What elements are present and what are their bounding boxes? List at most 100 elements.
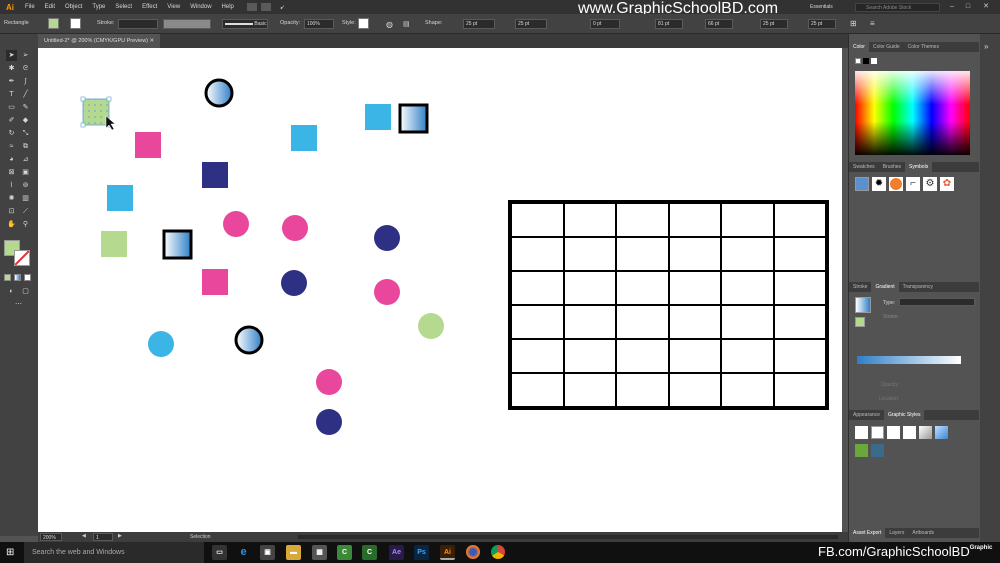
- green-square[interactable]: [101, 231, 127, 257]
- free-transform-icon[interactable]: ⧉: [20, 141, 31, 152]
- close-tab-icon[interactable]: ✕: [150, 38, 155, 44]
- rectangular-grid[interactable]: [508, 200, 829, 410]
- photoshop-icon[interactable]: Ps: [414, 545, 429, 560]
- screen-mode-icon[interactable]: ▢: [20, 286, 31, 297]
- artboard-next-icon[interactable]: ▶: [118, 533, 122, 539]
- symbol-sprayer-icon[interactable]: ✺: [6, 193, 17, 204]
- graphic-style-6[interactable]: [935, 426, 948, 439]
- stroke-color-box[interactable]: [14, 250, 30, 266]
- selected-rectangle[interactable]: [80, 96, 116, 131]
- lasso-icon[interactable]: ᘓ: [20, 63, 31, 74]
- workspace-switcher[interactable]: Essentials: [810, 4, 833, 10]
- w2-field[interactable]: 25 pt: [760, 19, 788, 29]
- cyan-circle[interactable]: [148, 331, 174, 357]
- gradient-square[interactable]: [162, 229, 193, 260]
- shape-builder-icon[interactable]: ◕: [6, 154, 17, 165]
- tab-artboards[interactable]: Artboards: [908, 528, 938, 538]
- navy-square[interactable]: [202, 162, 228, 188]
- gradient-slider[interactable]: [857, 356, 961, 364]
- edge-icon[interactable]: e: [236, 545, 251, 560]
- zoom-tool-icon[interactable]: ⚲: [20, 219, 31, 230]
- splat-symbol-icon[interactable]: ✹: [872, 177, 886, 191]
- tab-brushes[interactable]: Brushes: [879, 162, 905, 172]
- taskbar-search[interactable]: Search the web and Windows: [24, 542, 204, 563]
- illustrator-taskbar-icon[interactable]: Ai: [440, 545, 455, 560]
- tab-color[interactable]: Color: [849, 42, 869, 52]
- color-mode-icon[interactable]: [4, 274, 11, 281]
- recolor-icon[interactable]: ◍: [386, 20, 393, 29]
- gradient-preview[interactable]: [855, 297, 871, 313]
- tab-stroke[interactable]: Stroke: [849, 282, 871, 292]
- cyan-square[interactable]: [107, 185, 133, 211]
- menu-effect[interactable]: Effect: [137, 4, 162, 10]
- variable-width-profile[interactable]: [163, 19, 211, 29]
- graphic-style-7[interactable]: [855, 444, 868, 457]
- column-graph-icon[interactable]: ▥: [20, 193, 31, 204]
- graphic-style-swatch[interactable]: [358, 18, 369, 29]
- cyan-square[interactable]: [291, 125, 317, 151]
- pink-circle[interactable]: [223, 211, 249, 237]
- y-field[interactable]: 66 pt: [705, 19, 733, 29]
- navy-circle[interactable]: [374, 225, 400, 251]
- pink-square[interactable]: [135, 132, 161, 158]
- artboard-tool-icon[interactable]: ⊡: [6, 206, 17, 217]
- direct-selection-tool-icon[interactable]: ➢: [20, 50, 31, 61]
- gradient-type-select[interactable]: [899, 298, 975, 306]
- orange-symbol[interactable]: [889, 177, 903, 191]
- bracket-symbol-icon[interactable]: ⌐: [906, 177, 920, 191]
- menu-file[interactable]: File: [20, 4, 40, 10]
- transform-icon[interactable]: ⊞: [850, 19, 857, 28]
- graphic-style-3[interactable]: [887, 426, 900, 439]
- curvature-tool-icon[interactable]: ∫: [20, 76, 31, 87]
- blend-tool-icon[interactable]: ⊚: [20, 180, 31, 191]
- graphic-style-8[interactable]: [871, 444, 884, 457]
- rotate-tool-icon[interactable]: ↻: [6, 128, 17, 139]
- horizontal-scrollbar[interactable]: [298, 535, 838, 539]
- menu-window[interactable]: Window: [185, 4, 216, 10]
- close-icon[interactable]: ✕: [980, 2, 992, 12]
- tab-color-guide[interactable]: Color Guide: [869, 42, 904, 52]
- tab-appearance[interactable]: Appearance: [849, 410, 884, 420]
- zoom-field[interactable]: 200%: [40, 533, 62, 541]
- gpu-rocket-icon[interactable]: ➹: [275, 4, 290, 11]
- opacity-field[interactable]: 100%: [304, 19, 334, 29]
- gradient-circle[interactable]: [204, 78, 234, 108]
- navy-circle[interactable]: [316, 409, 342, 435]
- task-view-icon[interactable]: ▭: [212, 545, 227, 560]
- bridge-icon[interactable]: [246, 3, 257, 11]
- pink-circle[interactable]: [282, 215, 308, 241]
- type-tool-icon[interactable]: T: [6, 89, 17, 100]
- arrange-icon[interactable]: [260, 3, 271, 11]
- white-swatch[interactable]: [871, 58, 877, 64]
- more-tools-icon[interactable]: ⋯: [13, 299, 24, 310]
- width-field[interactable]: 25 pt: [463, 19, 495, 29]
- minimize-icon[interactable]: –: [946, 2, 958, 12]
- document-tab[interactable]: Untitled-2* @ 200% (CMYK/GPU Preview) ✕: [38, 34, 161, 48]
- color-spectrum[interactable]: [855, 71, 970, 155]
- line-tool-icon[interactable]: ╱: [20, 89, 31, 100]
- scale-tool-icon[interactable]: ⤡: [20, 128, 31, 139]
- hand-tool-icon[interactable]: ✋: [6, 219, 17, 230]
- pink-circle[interactable]: [374, 279, 400, 305]
- slice-tool-icon[interactable]: ⟋: [20, 206, 31, 217]
- height-field[interactable]: 25 pt: [515, 19, 547, 29]
- adobe-stock-search[interactable]: Search Adobe Stock: [855, 3, 940, 12]
- maximize-icon[interactable]: □: [962, 2, 974, 12]
- tab-swatches[interactable]: Swatches: [849, 162, 879, 172]
- corner-field[interactable]: 0 pt: [590, 19, 620, 29]
- draw-normal-icon[interactable]: ◐: [6, 286, 17, 297]
- panel-menu-icon[interactable]: ≡: [870, 19, 875, 28]
- width-tool-icon[interactable]: ≈: [6, 141, 17, 152]
- flower-symbol-icon[interactable]: ✿: [940, 177, 954, 191]
- stroke-swatch[interactable]: [70, 18, 81, 29]
- tab-graphic-styles[interactable]: Graphic Styles: [883, 410, 925, 420]
- firefox-icon[interactable]: [466, 545, 481, 560]
- h2-field[interactable]: 25 pt: [808, 19, 836, 29]
- artboard-prev-icon[interactable]: ◀: [82, 533, 86, 539]
- tab-symbols[interactable]: Symbols: [905, 162, 933, 172]
- eraser-icon[interactable]: ◆: [20, 115, 31, 126]
- calculator-icon[interactable]: ▦: [312, 545, 327, 560]
- tab-color-themes[interactable]: Color Themes: [904, 42, 943, 52]
- after-effects-icon[interactable]: Ae: [389, 545, 404, 560]
- tab-asset-export[interactable]: Asset Export: [849, 528, 886, 538]
